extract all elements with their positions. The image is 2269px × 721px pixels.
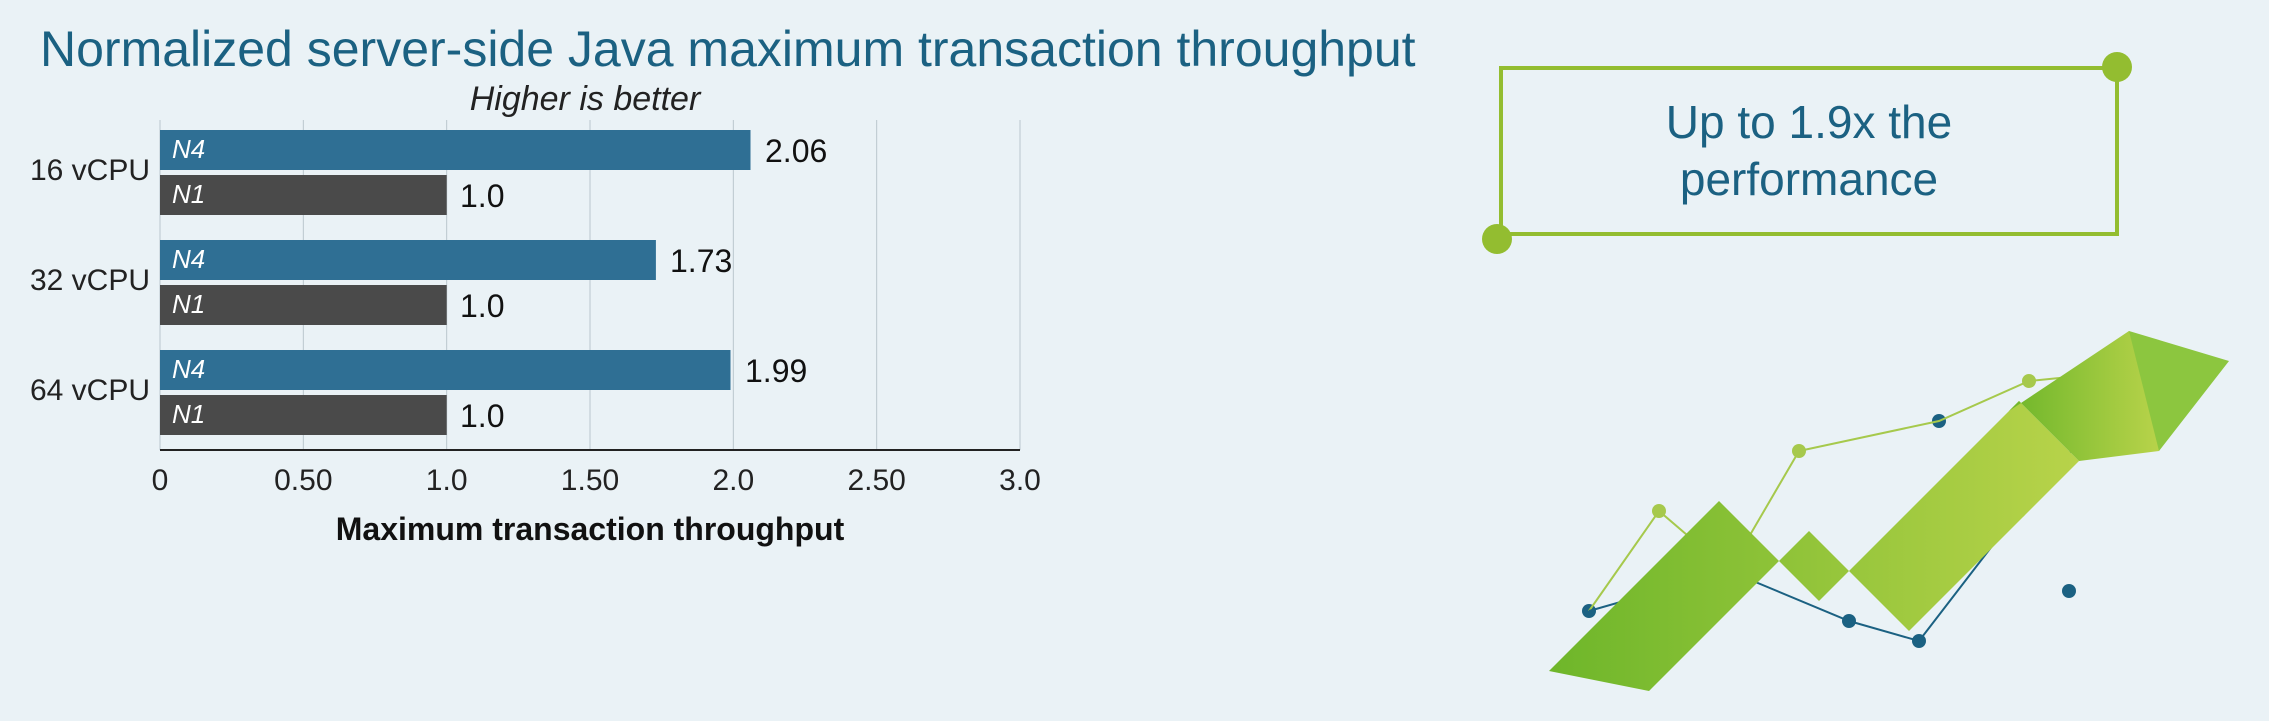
value-label: 1.0 — [460, 288, 504, 324]
series-label: N1 — [172, 179, 205, 209]
svg-text:1.50: 1.50 — [561, 464, 619, 497]
series-label: N4 — [172, 134, 205, 164]
svg-text:2.0: 2.0 — [712, 464, 754, 497]
value-label: 1.99 — [745, 353, 807, 389]
category-label: 64 vCPU — [30, 374, 150, 407]
svg-text:0: 0 — [152, 464, 169, 497]
bar-n4-64 — [160, 350, 731, 390]
series-label: N4 — [172, 354, 205, 384]
callout-box: Up to 1.9x the performance — [1499, 66, 2119, 236]
value-label: 1.0 — [460, 398, 504, 434]
bar-n4-16 — [160, 130, 751, 170]
trend-arrow-icon — [1489, 311, 2229, 691]
svg-text:1.0: 1.0 — [426, 464, 468, 497]
series-label: N1 — [172, 399, 205, 429]
chart-subtitle: Higher is better — [135, 80, 1035, 119]
svg-text:3.0: 3.0 — [999, 464, 1041, 497]
x-axis-title: Maximum transaction throughput — [336, 511, 845, 547]
callout-corner-dot — [1482, 224, 1512, 254]
category-label: 32 vCPU — [30, 264, 150, 297]
series-label: N1 — [172, 289, 205, 319]
value-label: 1.0 — [460, 178, 504, 214]
bar-n4-32 — [160, 240, 656, 280]
category-label: 16 vCPU — [30, 154, 150, 187]
svg-text:0.50: 0.50 — [274, 464, 332, 497]
chart-title: Normalized server-side Java maximum tran… — [40, 20, 1416, 78]
callout-corner-dot — [2102, 52, 2132, 82]
x-tick-labels: 0 0.50 1.0 1.50 2.0 2.50 3.0 — [152, 464, 1041, 497]
series-label: N4 — [172, 244, 205, 274]
value-label: 2.06 — [765, 133, 827, 169]
svg-text:2.50: 2.50 — [847, 464, 905, 497]
value-label: 1.73 — [670, 243, 732, 279]
bar-chart: 16 vCPU N4 2.06 N1 1.0 32 vCPU N4 1.73 N… — [20, 120, 1060, 690]
